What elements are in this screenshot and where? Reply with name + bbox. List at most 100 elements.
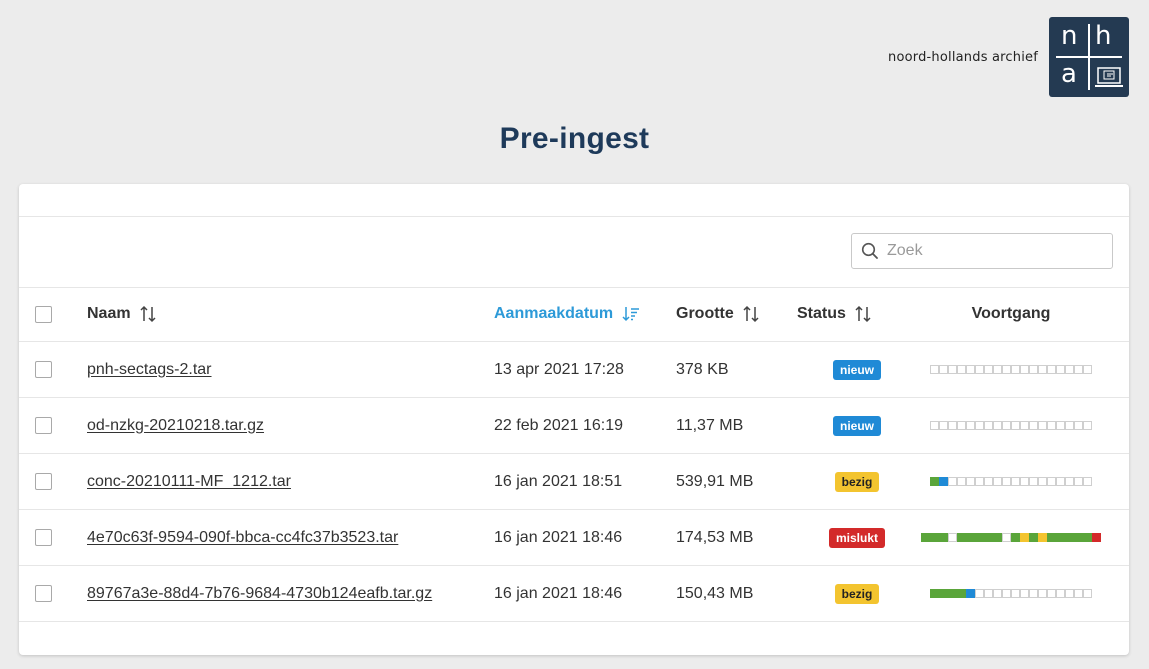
row-checkbox[interactable] (35, 361, 52, 378)
column-header-date-label: Aanmaakdatum (494, 305, 614, 322)
progress-step (1020, 421, 1029, 430)
column-header-name-label: Naam (87, 305, 131, 322)
progress-step (1065, 365, 1074, 374)
table-row[interactable]: conc-20210111-MF_1212.tar 16 jan 2021 18:… (19, 454, 1129, 510)
row-checkbox[interactable] (35, 585, 52, 602)
file-name-link[interactable]: 89767a3e-88d4-7b76-9684-4730b124eafb.tar… (87, 585, 432, 603)
select-all-checkbox[interactable] (35, 305, 52, 323)
row-select-cell (35, 398, 55, 453)
table-row[interactable]: od-nzkg-20210218.tar.gz 22 feb 2021 16:19… (19, 398, 1129, 454)
column-header-date[interactable]: Aanmaakdatum (494, 287, 640, 341)
progress-step (966, 421, 975, 430)
size-cell: 174,53 MB (676, 528, 754, 546)
logo-letter-n: n (1061, 21, 1078, 51)
date-cell: 13 apr 2021 17:28 (494, 360, 624, 378)
size-cell: 378 KB (676, 360, 729, 378)
progress-step (975, 589, 984, 598)
column-header-size[interactable]: Grootte (676, 287, 759, 341)
progress-step (1056, 421, 1065, 430)
progress-step (1083, 533, 1092, 542)
progress-step (1029, 589, 1038, 598)
progress-cell (911, 566, 1111, 621)
search-box[interactable] (851, 233, 1113, 269)
row-select-cell (35, 454, 55, 509)
size-cell: 150,43 MB (676, 584, 754, 602)
file-name-link[interactable]: conc-20210111-MF_1212.tar (87, 473, 291, 491)
column-header-size-label: Grootte (676, 305, 734, 322)
progress-step (984, 533, 993, 542)
logo-letter-a: a (1061, 59, 1077, 89)
date-cell: 16 jan 2021 18:46 (494, 584, 623, 602)
table-row[interactable]: 89767a3e-88d4-7b76-9684-4730b124eafb.tar… (19, 566, 1129, 622)
row-select-cell (35, 566, 55, 621)
progress-step (948, 589, 957, 598)
sort-unsorted-icon (140, 305, 156, 323)
progress-step (930, 589, 939, 598)
size-cell: 11,37 MB (676, 416, 744, 434)
search-input[interactable] (885, 241, 1089, 261)
row-checkbox[interactable] (35, 529, 52, 546)
progress-step (1047, 421, 1056, 430)
sort-descending-icon (622, 306, 640, 322)
progress-step (1002, 477, 1011, 486)
table-header: Naam Aanmaakdatum Grootte Status Voortga… (19, 287, 1129, 342)
file-name-cell: od-nzkg-20210218.tar.gz (87, 398, 264, 453)
progress-step (1056, 533, 1065, 542)
row-select-cell (35, 510, 55, 565)
progress-step (930, 477, 939, 486)
progress-step (1065, 421, 1074, 430)
progress-step (1056, 365, 1065, 374)
progress-step (1038, 533, 1047, 542)
progress-step (957, 533, 966, 542)
file-name-cell: 89767a3e-88d4-7b76-9684-4730b124eafb.tar… (87, 566, 432, 621)
progress-step (1029, 477, 1038, 486)
sort-unsorted-icon (855, 305, 871, 323)
progress-step (1038, 477, 1047, 486)
file-name-link[interactable]: 4e70c63f-9594-090f-bbca-cc4fc37b3523.tar (87, 529, 398, 547)
progress-step (1047, 477, 1056, 486)
logo-letter-h: h (1095, 21, 1112, 51)
column-header-status[interactable]: Status (797, 287, 871, 341)
column-header-status-label: Status (797, 305, 846, 322)
row-checkbox[interactable] (35, 417, 52, 434)
progress-step (1092, 533, 1101, 542)
progress-step (984, 589, 993, 598)
brand-name: noord-hollands archief (888, 49, 1038, 65)
file-name-link[interactable]: pnh-sectags-2.tar (87, 361, 212, 379)
laptop-icon (1095, 67, 1123, 87)
progress-step (975, 421, 984, 430)
row-checkbox[interactable] (35, 473, 52, 490)
progress-step (1074, 421, 1083, 430)
progress-step (1047, 589, 1056, 598)
sort-unsorted-icon (743, 305, 759, 323)
card-topbar (19, 184, 1129, 217)
file-name-link[interactable]: od-nzkg-20210218.tar.gz (87, 417, 264, 435)
progress-step (1038, 365, 1047, 374)
file-name-cell: pnh-sectags-2.tar (87, 342, 212, 397)
select-all-cell (35, 287, 55, 341)
table-row[interactable]: 4e70c63f-9594-090f-bbca-cc4fc37b3523.tar… (19, 510, 1129, 566)
progress-step (1074, 533, 1083, 542)
table-row[interactable]: pnh-sectags-2.tar 13 apr 2021 17:28 378 KB… (19, 342, 1129, 398)
progress-step (1074, 589, 1083, 598)
progress-step (948, 533, 957, 542)
progress-cell (911, 510, 1111, 565)
progress-step (948, 421, 957, 430)
nha-logo: n h a (1049, 17, 1129, 97)
column-header-name[interactable]: Naam (87, 287, 156, 341)
progress-step (993, 533, 1002, 542)
status-badge: nieuw (832, 359, 881, 380)
progress-step (1038, 421, 1047, 430)
progress-cell (911, 398, 1111, 453)
progress-steps (930, 589, 1092, 598)
progress-step (939, 421, 948, 430)
progress-step (1002, 533, 1011, 542)
progress-step (1065, 589, 1074, 598)
progress-steps (921, 533, 1101, 542)
progress-step (993, 477, 1002, 486)
progress-step (966, 533, 975, 542)
status-cell: nieuw (797, 342, 917, 397)
progress-step (957, 365, 966, 374)
progress-step (1056, 477, 1065, 486)
progress-step (1029, 421, 1038, 430)
